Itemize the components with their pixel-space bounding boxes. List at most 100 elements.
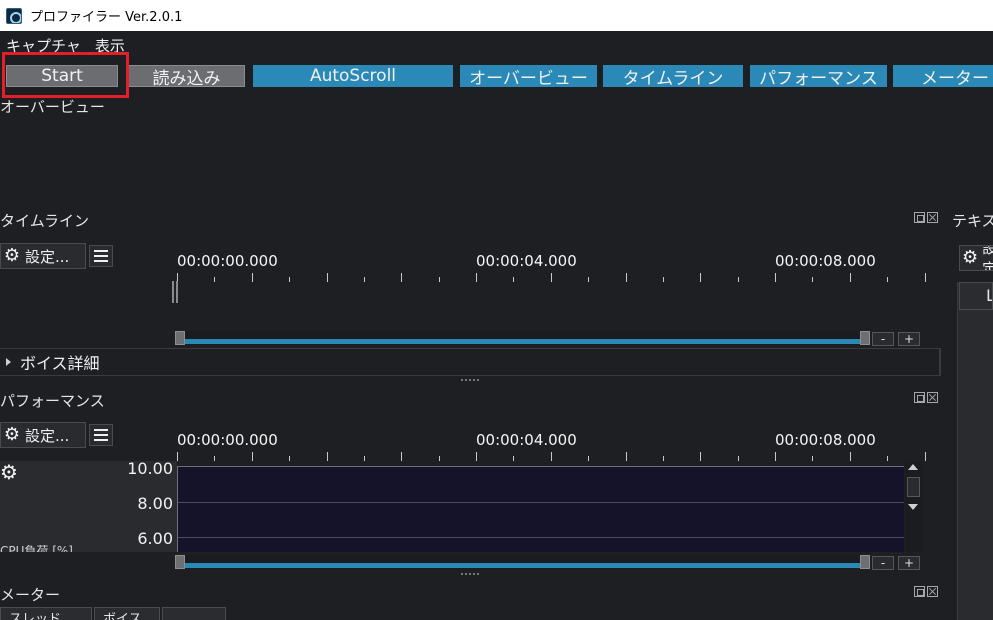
- y-axis-label: 8.00: [137, 494, 173, 513]
- timeline-title: タイムライン: [0, 212, 89, 230]
- timeline-hamburger-button[interactable]: [89, 245, 113, 267]
- text-panel-settings-button[interactable]: ⚙ 設定...: [959, 245, 993, 271]
- timeline-cursor: [176, 281, 178, 303]
- voice-detail-row[interactable]: ボイス詳細: [0, 348, 941, 376]
- app-profiler-icon: [6, 7, 22, 24]
- window-title: プロファイラー Ver.2.0.1: [30, 10, 183, 25]
- voice-detail-label: ボイス詳細: [20, 354, 100, 373]
- performance-zoom-out-button[interactable]: -: [872, 556, 894, 570]
- ruler-tick: [887, 456, 889, 461]
- ruler-tick: [775, 452, 776, 461]
- ruler-tick: [401, 273, 403, 282]
- timeline-toggle-button[interactable]: タイムライン: [603, 65, 743, 89]
- timeline-scrollbar[interactable]: [175, 331, 870, 345]
- performance-zoom-in-button[interactable]: +: [898, 556, 920, 570]
- ruler-tick: [625, 273, 627, 282]
- start-highlight-box: [2, 52, 129, 98]
- arrow-up-icon[interactable]: [908, 464, 918, 470]
- ruler-tick: [401, 452, 403, 461]
- cpu-series-label: CPU負荷 [%]: [0, 545, 73, 552]
- performance-ruler: [177, 447, 927, 461]
- gear-icon: ⚙: [962, 247, 979, 268]
- ruler-tick: [251, 273, 253, 282]
- expand-arrow-icon: [6, 358, 11, 366]
- gear-icon: ⚙: [3, 245, 21, 266]
- performance-toggle-button[interactable]: パフォーマンス: [750, 65, 887, 89]
- menu-bar: キャプチャ 表示: [0, 31, 993, 59]
- performance-scrollbar[interactable]: [175, 555, 870, 569]
- ruler-tick: [662, 277, 664, 282]
- arrow-down-icon[interactable]: [908, 504, 918, 510]
- scrollbar-fill: [183, 563, 862, 568]
- text-panel-title: テキスト: [952, 212, 993, 230]
- timeline-zoom-in-button[interactable]: +: [898, 332, 920, 346]
- splitter-grip[interactable]: [461, 573, 479, 575]
- timeline-ruler: [177, 268, 927, 282]
- timeline-cursor[interactable]: [172, 281, 174, 303]
- load-button[interactable]: 読み込み: [128, 65, 245, 89]
- popout-icon[interactable]: [914, 392, 925, 403]
- splitter-grip[interactable]: [461, 379, 479, 381]
- ruler-tick: [700, 452, 702, 461]
- gear-icon[interactable]: ⚙: [0, 462, 18, 482]
- ruler-tick: [326, 452, 328, 461]
- meter-title: メーター: [0, 586, 61, 604]
- scroll-handle-right[interactable]: [860, 555, 870, 569]
- ruler-tick: [326, 273, 328, 282]
- ruler-tick: [363, 456, 365, 461]
- ruler-tick: [737, 277, 739, 282]
- ruler-tick: [924, 273, 926, 282]
- scroll-handle-left[interactable]: [175, 331, 185, 345]
- timeline-window-controls: [914, 212, 938, 223]
- close-icon[interactable]: [927, 392, 938, 403]
- timeline-settings-button[interactable]: ⚙ 設定...: [0, 243, 86, 269]
- performance-window-controls: [914, 392, 938, 403]
- ruler-tick: [214, 277, 216, 282]
- ruler-tick: [438, 277, 440, 282]
- meter-window-controls: [914, 586, 938, 597]
- meter-tab-voice[interactable]: ボイス: [94, 607, 160, 620]
- performance-plot[interactable]: [177, 466, 904, 552]
- title-bar: プロファイラー Ver.2.0.1: [0, 0, 993, 31]
- meter-toggle-button[interactable]: メーター: [893, 65, 993, 89]
- ruler-tick: [588, 456, 590, 461]
- popout-icon[interactable]: [914, 586, 925, 597]
- ruler-tick: [251, 452, 253, 461]
- ruler-tick: [812, 277, 814, 282]
- ruler-tick: [812, 456, 814, 461]
- ruler-tick: [700, 273, 702, 282]
- popout-icon[interactable]: [914, 212, 925, 223]
- hamburger-icon: [94, 250, 108, 252]
- gridline: [178, 537, 904, 538]
- ruler-tick: [476, 452, 477, 461]
- meter-tab-other[interactable]: [162, 607, 226, 620]
- autoscroll-button[interactable]: AutoScroll: [253, 65, 453, 87]
- performance-vertical-scrollbar[interactable]: [905, 461, 922, 552]
- ruler-tick: [775, 273, 776, 282]
- ruler-tick: [513, 456, 515, 461]
- ruler-tick: [588, 277, 590, 282]
- performance-settings-button[interactable]: ⚙ 設定...: [0, 422, 86, 448]
- close-icon[interactable]: [927, 586, 938, 597]
- settings-label: 設定...: [982, 246, 993, 270]
- gear-icon: ⚙: [3, 424, 21, 445]
- scroll-handle-right[interactable]: [860, 331, 870, 345]
- meter-tab-thread[interactable]: スレッド: [0, 607, 92, 620]
- close-icon[interactable]: [927, 212, 938, 223]
- timeline-zoom-out-button[interactable]: -: [872, 332, 894, 346]
- ruler-tick: [849, 452, 851, 461]
- ruler-tick: [476, 273, 477, 282]
- scroll-thumb[interactable]: [907, 477, 920, 497]
- ruler-tick: [289, 277, 291, 282]
- ruler-tick: [887, 277, 889, 282]
- gridline: [178, 502, 904, 503]
- ruler-tick: [849, 273, 851, 282]
- overview-toggle-button[interactable]: オーバービュー: [460, 65, 597, 89]
- scroll-handle-left[interactable]: [175, 555, 185, 569]
- ruler-tick: [363, 277, 365, 282]
- hamburger-icon: [94, 429, 108, 431]
- performance-hamburger-button[interactable]: [89, 424, 113, 446]
- overview-title: オーバービュー: [0, 98, 105, 116]
- text-panel-tab[interactable]: L: [959, 282, 993, 310]
- settings-label: 設定...: [25, 426, 70, 445]
